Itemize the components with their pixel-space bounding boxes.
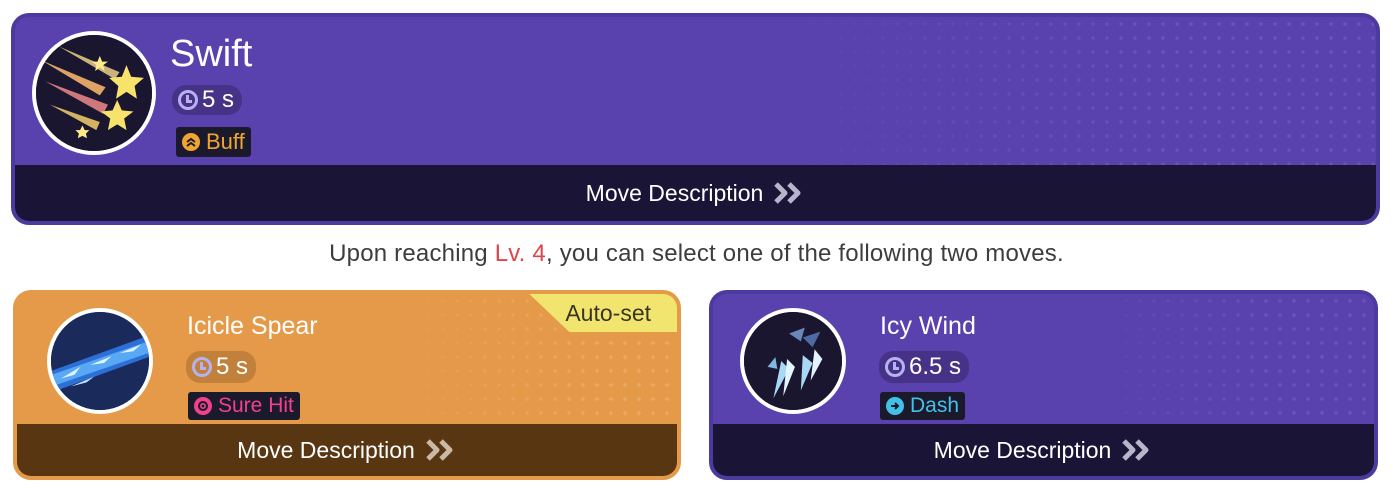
- clock-icon: [178, 90, 198, 110]
- target-icon: [194, 397, 212, 415]
- icy-wind-move-icon: [740, 308, 846, 414]
- cooldown-value: 5 s: [202, 86, 235, 113]
- double-chevron-right-icon: [773, 182, 805, 204]
- move-card-icy-wind[interactable]: Icy Wind 6.5 s Dash Move Description: [709, 290, 1378, 480]
- double-chevron-right-icon: [425, 439, 457, 461]
- info-suffix: , you can select one of the following tw…: [545, 240, 1064, 267]
- move-description-button[interactable]: Move Description: [713, 424, 1374, 476]
- move-description-label: Move Description: [585, 179, 764, 206]
- tag-label: Buff: [206, 129, 245, 154]
- clock-icon: [885, 357, 905, 377]
- cooldown-pill: 6.5 s: [879, 351, 970, 383]
- clock-icon: [192, 357, 212, 377]
- tag-label: Dash: [910, 394, 960, 417]
- move-description-button[interactable]: Move Description: [17, 424, 677, 476]
- cooldown-pill: 5 s: [186, 351, 257, 383]
- swift-move-icon: [32, 31, 156, 155]
- move-name: Swift: [170, 33, 253, 75]
- double-chevron-right-icon: [1121, 439, 1153, 461]
- info-prefix: Upon reaching: [329, 240, 495, 267]
- move-description-button[interactable]: Move Description: [15, 165, 1376, 221]
- icicle-spear-move-icon: [47, 308, 153, 414]
- move-tag-dash: Dash: [880, 392, 966, 420]
- move-name: Icy Wind: [880, 312, 976, 340]
- level-highlight: Lv. 4: [494, 240, 546, 267]
- move-description-label: Move Description: [237, 436, 415, 463]
- cooldown-value: 6.5 s: [909, 353, 962, 380]
- double-chevron-up-icon: [182, 133, 200, 151]
- cooldown-pill: 5 s: [172, 85, 243, 115]
- move-description-label: Move Description: [933, 436, 1112, 463]
- cooldown-value: 5 s: [216, 353, 249, 380]
- level-select-info: Upon reaching Lv. 4, you can select one …: [0, 240, 1393, 268]
- move-tag-buff: Buff: [176, 127, 251, 157]
- tag-label: Sure Hit: [218, 394, 294, 417]
- move-card-icicle-spear[interactable]: Auto-set Icicle Spear 5 s Sure Hit Move …: [13, 290, 681, 480]
- move-card-swift: Swift 5 s Buff Move Description: [11, 13, 1380, 225]
- auto-set-badge: Auto-set: [529, 294, 677, 332]
- arrow-right-icon: [886, 397, 904, 415]
- move-tag-sure-hit: Sure Hit: [188, 392, 300, 420]
- move-name: Icicle Spear: [187, 312, 318, 340]
